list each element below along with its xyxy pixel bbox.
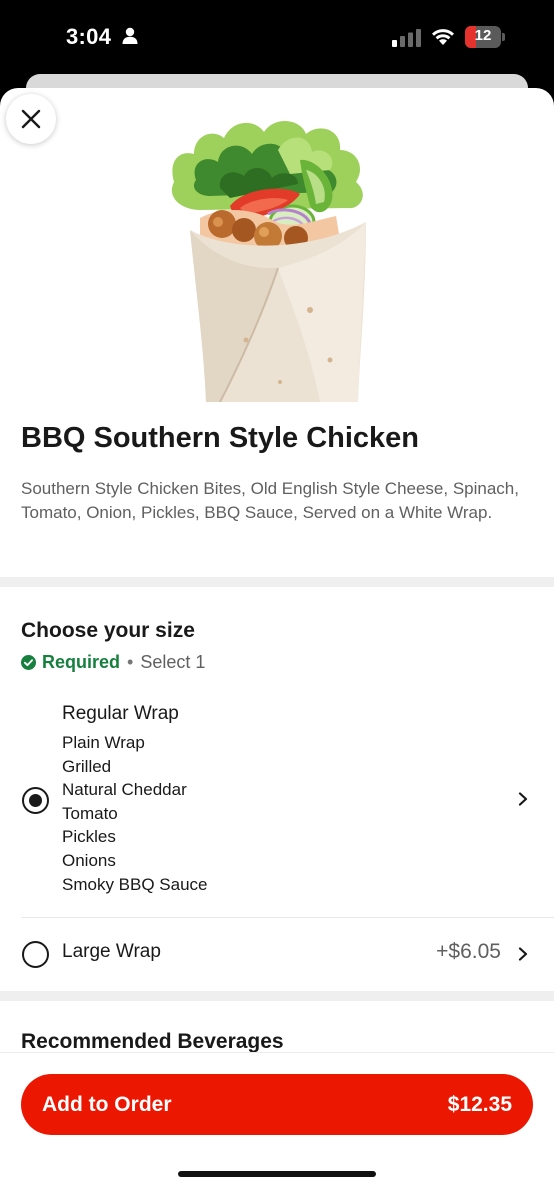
section-divider <box>0 991 554 1001</box>
status-time: 3:04 <box>66 24 112 49</box>
option-name: Regular Wrap <box>62 703 179 724</box>
radio-selected[interactable] <box>22 787 49 814</box>
option-price: +$6.05 <box>436 940 501 963</box>
person-icon <box>122 27 138 49</box>
option-detail: Plain Wrap <box>62 733 145 752</box>
option-detail: Pickles <box>62 827 116 847</box>
item-detail-sheet: BBQ Southern Style Chicken Southern Styl… <box>0 88 554 1200</box>
check-circle-icon <box>21 655 36 670</box>
item-description: Southern Style Chicken Bites, Old Englis… <box>21 479 519 522</box>
option-name: Large Wrap <box>62 941 161 962</box>
close-icon <box>21 109 41 129</box>
order-footer: Add to Order $12.35 <box>0 1052 554 1200</box>
option-detail: Grilled <box>62 756 112 776</box>
order-total: $12.35 <box>447 1092 512 1116</box>
status-bar: 3:04 12 <box>0 0 554 76</box>
chevron-right-icon <box>518 947 528 961</box>
item-image <box>160 110 390 403</box>
required-label: Required <box>42 652 121 672</box>
option-detail: Onions <box>62 850 116 870</box>
option-details-list: Plain Wrap Grilled Natural Cheddar Tomat… <box>62 731 208 896</box>
add-to-order-button[interactable]: Add to Order $12.35 <box>21 1074 533 1135</box>
option-detail: Natural Cheddar <box>62 780 187 800</box>
size-option-large-wrap[interactable]: Large Wrap +$6.05 <box>0 918 554 990</box>
battery-level: 12 <box>474 27 492 44</box>
chevron-right-icon <box>518 792 528 806</box>
item-title: BBQ Southern Style Chicken <box>21 422 420 454</box>
size-section-title: Choose your size <box>21 619 195 642</box>
home-indicator[interactable] <box>178 1171 376 1177</box>
cellular-signal-icon <box>392 29 422 52</box>
add-to-order-label: Add to Order <box>42 1092 172 1116</box>
separator-dot: • <box>127 652 134 672</box>
battery-icon: 12 <box>465 26 505 48</box>
select-hint: Select 1 <box>140 652 206 672</box>
next-section-title: Recommended Beverages <box>21 1030 284 1052</box>
option-detail: Tomato <box>62 803 118 823</box>
wifi-icon <box>430 26 456 51</box>
required-indicator: Required • Select 1 <box>21 652 205 673</box>
radio-unselected[interactable] <box>22 941 49 968</box>
section-divider <box>0 577 554 587</box>
option-detail: Smoky BBQ Sauce <box>62 874 208 894</box>
size-option-regular-wrap[interactable]: Regular Wrap Plain Wrap Grilled Natural … <box>0 693 554 917</box>
close-button[interactable] <box>6 94 56 144</box>
